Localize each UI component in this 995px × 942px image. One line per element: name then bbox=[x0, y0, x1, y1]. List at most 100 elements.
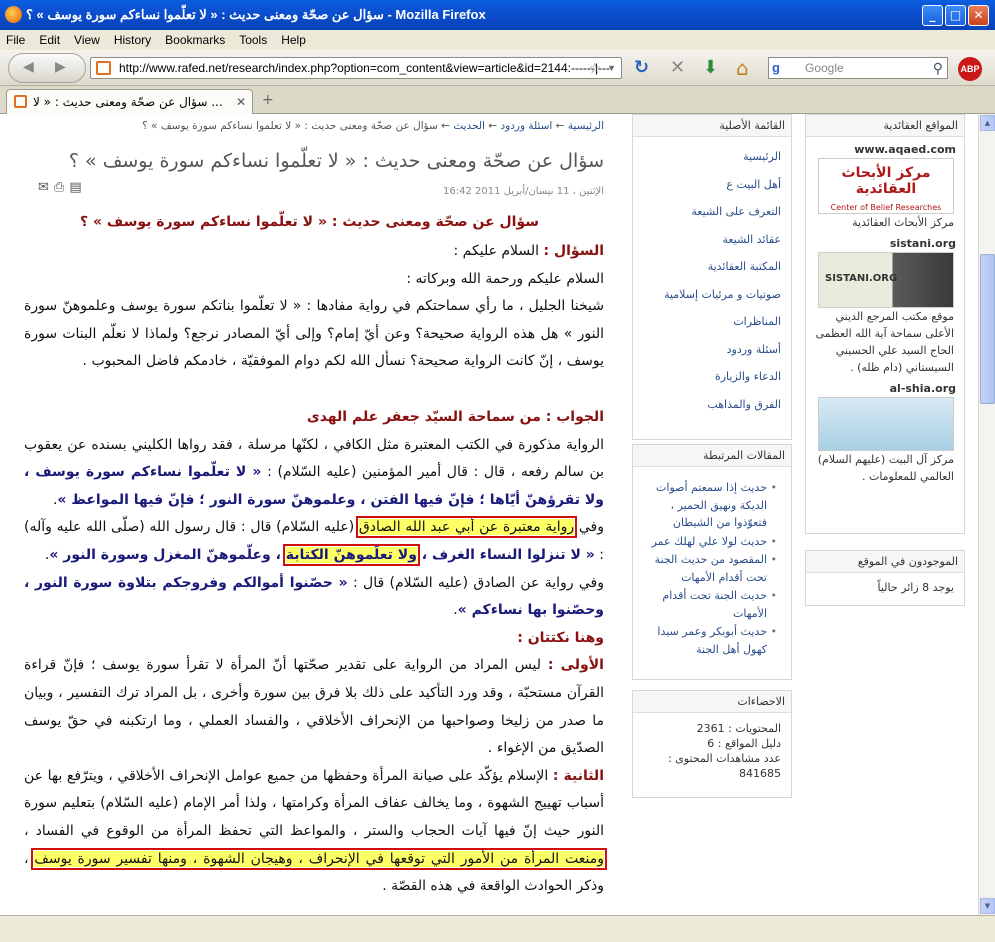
sistani-logo-text: SISTANI.ORG bbox=[825, 273, 898, 284]
breadcrumb-sep: ← bbox=[484, 120, 501, 132]
second-point-label: الثانية : bbox=[552, 767, 604, 784]
new-tab-icon[interactable]: + bbox=[262, 92, 274, 108]
tab-close-icon[interactable]: ✕ bbox=[236, 90, 246, 114]
bookmark-star-icon[interactable]: ☆ bbox=[588, 58, 601, 78]
sites-box: المواقع العقائدية www.aqaed.com مركز الأ… bbox=[805, 114, 965, 534]
pdf-icon[interactable]: ▤ bbox=[69, 180, 86, 195]
answer-p2-text: وفي bbox=[574, 519, 604, 536]
window-title: سؤال عن صحّة ومعنى حديث : « لا تعلّموا ن… bbox=[26, 7, 486, 22]
url-bar[interactable]: http://www.rafed.net/research/index.php?… bbox=[90, 57, 622, 79]
related-item[interactable]: حديث إذا سمعتم أصوات الديكة ونهيق الحمير… bbox=[633, 479, 791, 532]
tab-bar: سؤال عن صحّة ومعنى حديث : « لا ... ✕ + bbox=[0, 86, 995, 114]
forward-icon[interactable]: ▶ bbox=[55, 59, 66, 75]
scroll-down-arrow-icon[interactable]: ▼ bbox=[980, 898, 995, 914]
breadcrumb-home[interactable]: الرئيسية bbox=[568, 120, 604, 132]
aqaed-caption: مركز الأبحاث العقائدية bbox=[852, 216, 954, 229]
main-menu-item[interactable]: الفرق والمذاهب bbox=[633, 391, 791, 419]
maximize-button[interactable]: □ bbox=[945, 5, 966, 26]
related-item[interactable]: حديث أبوبكر وعمر سيدا كهول أهل الجنة bbox=[633, 623, 791, 658]
main-menu-item[interactable]: أسئلة وردود bbox=[633, 336, 791, 364]
menu-help[interactable]: Help bbox=[281, 33, 306, 47]
menu-edit[interactable]: Edit bbox=[39, 33, 60, 47]
main-menu-item[interactable]: الرئيسية bbox=[633, 143, 791, 171]
scroll-up-arrow-icon[interactable]: ▲ bbox=[980, 115, 995, 131]
page-viewport: الرئيسية ← اسئلة وردود ← الحديث ← سؤال ع… bbox=[0, 114, 978, 915]
highlight-writing: ولا تعلّموهنّ الكتابة bbox=[282, 543, 420, 566]
main-menu-item[interactable]: صوتيات و مرئيات إسلامية bbox=[633, 281, 791, 309]
answer-p2-quote: « لا تنزلوا النساء الغرف ، bbox=[416, 546, 595, 563]
print-icon[interactable]: ⎙ bbox=[54, 180, 69, 195]
back-icon[interactable]: ◀ bbox=[23, 59, 34, 75]
aqaed-logo-text: مركز الأبحاث العقائدية bbox=[841, 165, 931, 197]
tab-site-icon bbox=[14, 95, 27, 108]
answer-p2-quote-2: ، وعلّموهنّ المغزل وسورة النور » bbox=[49, 546, 286, 563]
search-engine-icon[interactable]: g bbox=[772, 60, 788, 76]
stat-sites: دليل المواقع : 6 bbox=[707, 737, 781, 750]
close-button[interactable]: ✕ bbox=[968, 5, 989, 26]
adblock-icon[interactable]: ABP bbox=[958, 57, 982, 81]
menu-bar: File Edit View History Bookmarks Tools H… bbox=[0, 30, 995, 50]
online-title: الموجودون في الموقع bbox=[806, 551, 964, 573]
breadcrumb-hadith[interactable]: الحديث bbox=[453, 120, 485, 132]
main-menu-item[interactable]: الدعاء والزيارة bbox=[633, 363, 791, 391]
reload-icon[interactable]: ↻ bbox=[634, 58, 649, 78]
question-block: السؤال : السلام عليكم : السلام عليكم ورح… bbox=[24, 238, 604, 376]
breadcrumb-sep: ← bbox=[437, 120, 454, 132]
main-menu-title: القائمة الأصلية bbox=[633, 115, 791, 137]
main-menu-item[interactable]: عقائد الشيعة bbox=[633, 226, 791, 254]
menu-view[interactable]: View bbox=[74, 33, 100, 47]
related-title: المقالات المرتبطة bbox=[633, 445, 791, 467]
tab-active[interactable]: سؤال عن صحّة ومعنى حديث : « لا ... ✕ bbox=[6, 89, 253, 114]
site-sistani-name[interactable]: sistani.org bbox=[806, 237, 964, 250]
scroll-thumb[interactable] bbox=[980, 254, 995, 404]
navigation-toolbar: ◀ ▶ http://www.rafed.net/research/index.… bbox=[0, 50, 995, 86]
stat-views: عدد مشاهدات المحتوى : 841685 bbox=[668, 752, 781, 780]
related-item[interactable]: حديث الجنة تحت أقدام الأمهات bbox=[633, 587, 791, 622]
status-bar bbox=[0, 915, 995, 942]
back-forward-group: ◀ ▶ bbox=[8, 53, 86, 83]
answer-p3-text: وفي رواية عن الصادق (عليه السّلام) قال : bbox=[347, 574, 604, 591]
breadcrumb-current: سؤال عن صحّة ومعنى حديث : « لا تعلّموا ن… bbox=[142, 120, 438, 132]
sistani-logo[interactable]: SISTANI.ORG bbox=[818, 252, 954, 308]
menu-bookmarks[interactable]: Bookmarks bbox=[165, 33, 225, 47]
aqaed-logo[interactable]: مركز الأبحاث العقائدية Center of Belief … bbox=[818, 158, 954, 214]
minimize-button[interactable]: _ bbox=[922, 5, 943, 26]
breadcrumb-qa[interactable]: اسئلة وردود bbox=[500, 120, 552, 132]
site-alshia-name[interactable]: al-shia.org bbox=[806, 382, 964, 395]
question-greeting: السلام عليكم : bbox=[453, 243, 544, 259]
related-item[interactable]: حديث لولا علي لهلك عمر bbox=[633, 533, 791, 551]
related-item[interactable]: المقصود من حديث الجنة تحت أقدام الأمهات bbox=[633, 551, 791, 586]
main-menu-item[interactable]: أهل البيت ع bbox=[633, 171, 791, 199]
sites-title: المواقع العقائدية bbox=[806, 115, 964, 137]
answer-block: الجواب : من سماحة السيّد جعفر علم الهدى … bbox=[24, 404, 607, 901]
highlight-surah-yusuf: ومنعت المرأة من الأمور التي توقعها في ال… bbox=[31, 847, 607, 870]
article-heading: سؤال عن صحّة ومعنى حديث : « لا تعلّموا ن… bbox=[80, 214, 539, 230]
sistani-caption: موقع مكتب المرجع الديني الأعلى سماحة آية… bbox=[815, 310, 954, 374]
article-actions: ✉⎙▤ bbox=[38, 180, 87, 195]
main-menu-item[interactable]: المناظرات bbox=[633, 308, 791, 336]
menu-history[interactable]: History bbox=[114, 33, 151, 47]
menu-tools[interactable]: Tools bbox=[239, 33, 267, 47]
alshia-logo[interactable] bbox=[818, 397, 954, 451]
home-icon[interactable]: ⌂ bbox=[736, 58, 749, 78]
email-icon[interactable]: ✉ bbox=[38, 180, 54, 195]
page-title: سؤال عن صحّة ومعنى حديث : « لا تعلّموا ن… bbox=[68, 150, 604, 172]
stop-icon[interactable]: ✕ bbox=[670, 58, 685, 78]
second-point-body: الإسلام يؤكّد على صيانة المرأة وحفظها من… bbox=[24, 767, 604, 839]
search-input[interactable]: g Google ⚲ bbox=[768, 57, 948, 79]
article-date: الإثنين ، 11 نيسان/أبريل 2011 16:42 bbox=[443, 186, 604, 197]
site-icon bbox=[96, 61, 111, 75]
vertical-scrollbar[interactable]: ▲ ▼ bbox=[978, 114, 995, 915]
download-icon[interactable]: ⬇ bbox=[703, 58, 718, 78]
aqaed-logo-en: Center of Belief Researches bbox=[830, 203, 942, 212]
article-column: الرئيسية ← اسئلة وردود ← الحديث ← سؤال ع… bbox=[22, 114, 614, 915]
online-box: الموجودون في الموقع يوجد 8 زائر حالياً bbox=[805, 550, 965, 606]
menu-file[interactable]: File bbox=[6, 33, 25, 47]
url-dropdown-icon[interactable]: ▼ bbox=[607, 58, 616, 78]
online-count: يوجد 8 زائر حالياً bbox=[877, 581, 955, 594]
main-menu-item[interactable]: المكتبة العقائدية bbox=[633, 253, 791, 281]
main-menu-item[interactable]: التعرف على الشيعة bbox=[633, 198, 791, 226]
question-label: السؤال : bbox=[543, 243, 605, 259]
site-aqaed-name[interactable]: www.aqaed.com bbox=[806, 143, 964, 156]
search-icon[interactable]: ⚲ bbox=[933, 58, 943, 78]
